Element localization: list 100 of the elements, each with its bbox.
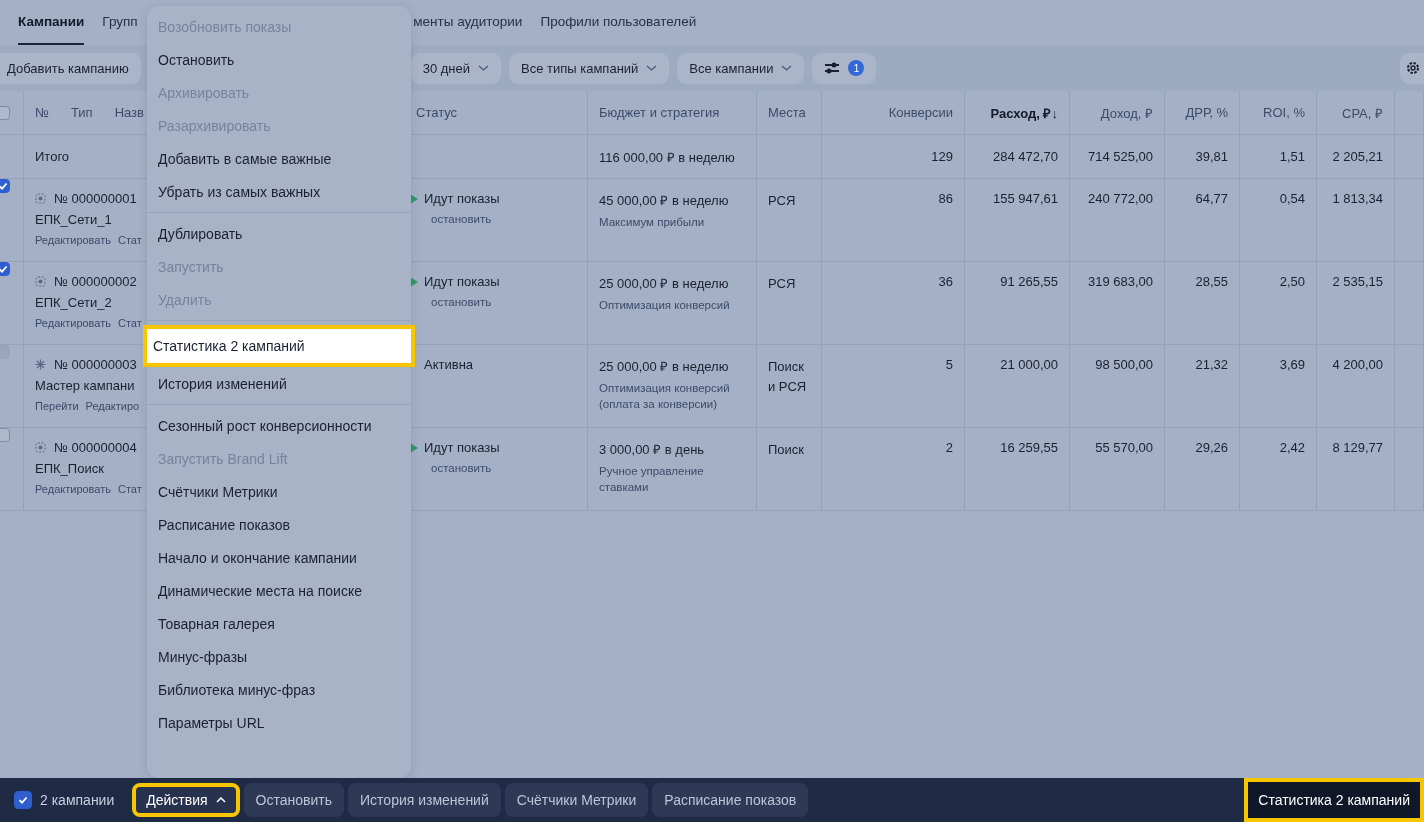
action-button[interactable]: Действия <box>132 783 240 817</box>
menu-item[interactable]: Убрать из самых важных <box>147 175 411 208</box>
table-cell: 1 813,34 <box>1332 191 1383 206</box>
table-cell: 29,26 <box>1195 440 1228 455</box>
column-header[interactable]: CPA, ₽ <box>1342 103 1383 122</box>
table-cell: 0,54 <box>1279 191 1305 206</box>
strategy-text: Оптимизация конверсий <box>599 298 730 313</box>
budget-text: 3 000,00 ₽ в день <box>599 441 705 458</box>
menu-item[interactable]: Сезонный рост конверсионности <box>147 409 411 442</box>
table-cell-text: 116 000,00 ₽ в неделю <box>599 148 735 166</box>
checkbox[interactable] <box>14 791 32 809</box>
stop-link[interactable]: остановить <box>431 295 492 311</box>
stop-link[interactable]: остановить <box>431 461 492 477</box>
budget-text: 45 000,00 ₽ в неделю <box>599 192 729 209</box>
column-header[interactable]: Назв <box>114 105 144 120</box>
menu-item[interactable]: Статистика 2 кампаний <box>143 325 415 367</box>
settings-icon <box>1406 61 1420 75</box>
menu-item[interactable]: Минус-фразы <box>147 640 411 673</box>
chevron-icon <box>478 65 489 71</box>
table-cell: 21 000,00 <box>1000 357 1058 372</box>
table-cell: 8 129,77 <box>1332 440 1383 455</box>
sliders-icon <box>824 61 841 75</box>
action-button[interactable]: История изменений <box>348 783 501 817</box>
link[interactable]: Стат <box>118 317 142 329</box>
table-cell: 2 205,21 <box>1332 149 1383 164</box>
menu-item[interactable]: Библиотека минус-фраз <box>147 673 411 706</box>
menu-item[interactable]: Параметры URL <box>147 706 411 739</box>
checkbox[interactable] <box>0 105 10 120</box>
campaign-name: ЕПК_Сети_1 <box>35 212 112 227</box>
action-button[interactable]: Счётчики Метрики <box>504 783 649 817</box>
table-cell: 240 772,00 <box>1087 191 1153 206</box>
table-cell: 714 525,00 <box>1087 149 1153 164</box>
menu-item[interactable]: Добавить в самые важные <box>147 142 411 175</box>
column-header[interactable]: Доход, ₽ <box>1100 103 1153 122</box>
period-dropdown[interactable]: 30 дней <box>410 52 501 84</box>
target-icon <box>35 276 46 287</box>
table-cell: 2 <box>945 440 953 455</box>
link[interactable]: Стат <box>118 483 142 495</box>
campaign-name: ЕПК_Сети_2 <box>35 295 112 310</box>
chevron-icon <box>781 65 793 71</box>
menu-item[interactable]: Счётчики Метрики <box>147 475 411 508</box>
checkbox[interactable] <box>0 262 10 276</box>
column-header[interactable]: Бюджет и стратегия <box>599 105 745 120</box>
link[interactable]: Редактировать <box>35 234 111 246</box>
campaigns-dropdown[interactable]: Все кампании <box>677 52 805 84</box>
action-button[interactable]: Расписание показов <box>652 783 809 817</box>
table-cell: 2,50 <box>1279 274 1305 289</box>
campaign-number: № 000000004 <box>54 440 137 455</box>
link[interactable]: Редактировать <box>35 483 111 495</box>
menu-item[interactable]: Дублировать <box>147 217 411 250</box>
campaign-name: ЕПК_Поиск <box>35 461 104 476</box>
table-cell: 129 <box>931 149 953 164</box>
table-cell: 28,55 <box>1195 274 1228 289</box>
column-header[interactable]: Места <box>768 105 810 120</box>
add-campaign-button[interactable]: Добавить кампанию <box>0 52 141 84</box>
status-text: Активна <box>424 357 474 372</box>
menu-item[interactable]: Товарная галерея <box>147 607 411 640</box>
column-header[interactable]: ROI, % <box>1263 105 1305 120</box>
table-cell: 16 259,55 <box>1000 440 1058 455</box>
status-text: Идут показы <box>424 274 500 289</box>
column-header[interactable]: Расход, ₽↓ <box>990 103 1058 122</box>
table-cell: 1,51 <box>1279 149 1305 164</box>
filter-button[interactable]: 1 <box>812 52 877 84</box>
link[interactable]: Стат <box>118 234 142 246</box>
column-header[interactable]: № <box>35 105 49 120</box>
count-badge: 1 <box>848 60 865 76</box>
campaign-number: № 000000001 <box>54 191 137 206</box>
strategy-text: Ручное управление ставками <box>599 464 705 495</box>
tab[interactable]: Профили пользователей <box>540 0 697 45</box>
menu-item[interactable]: Динамические места на поиске <box>147 574 411 607</box>
table-cell: 2 535,15 <box>1332 274 1383 289</box>
menu-item[interactable]: История изменений <box>147 367 411 400</box>
stop-link[interactable]: остановить <box>431 212 492 228</box>
table-cell: 155 947,61 <box>992 191 1058 206</box>
budget-text: 25 000,00 ₽ в неделю <box>599 358 729 375</box>
column-header[interactable]: Статус <box>416 105 576 120</box>
table-cell: 39,81 <box>1195 149 1228 164</box>
caret-icon <box>215 797 226 803</box>
checkbox[interactable] <box>0 179 10 193</box>
target-icon <box>35 442 46 453</box>
menu-item[interactable]: Остановить <box>147 43 411 76</box>
column-header[interactable]: Тип <box>70 105 93 120</box>
column-header[interactable]: ДРР, % <box>1185 105 1228 120</box>
table-cell-text: Поиск <box>768 441 805 459</box>
table-cell: 3,69 <box>1279 357 1305 372</box>
link[interactable]: Редактировать <box>35 317 111 329</box>
campaign-name: Мастер кампани <box>35 378 135 393</box>
status-text: Идут показы <box>424 191 500 206</box>
tab[interactable]: менты аудитории <box>413 0 523 45</box>
table-cell-text: РСЯ <box>768 275 796 293</box>
table-cell: 21,32 <box>1195 357 1228 372</box>
chevron-icon <box>646 65 658 71</box>
menu-item[interactable]: Начало и окончание кампании <box>147 541 411 574</box>
checkbox[interactable] <box>0 428 10 442</box>
action-button[interactable]: Остановить <box>243 783 345 817</box>
types-dropdown[interactable]: Все типы кампаний <box>509 52 670 84</box>
table-cell: 64,77 <box>1195 191 1228 206</box>
column-header[interactable]: Конверсии <box>888 105 953 120</box>
menu-item[interactable]: Расписание показов <box>147 508 411 541</box>
statistics-button[interactable]: Статистика 2 кампаний <box>1244 778 1424 822</box>
